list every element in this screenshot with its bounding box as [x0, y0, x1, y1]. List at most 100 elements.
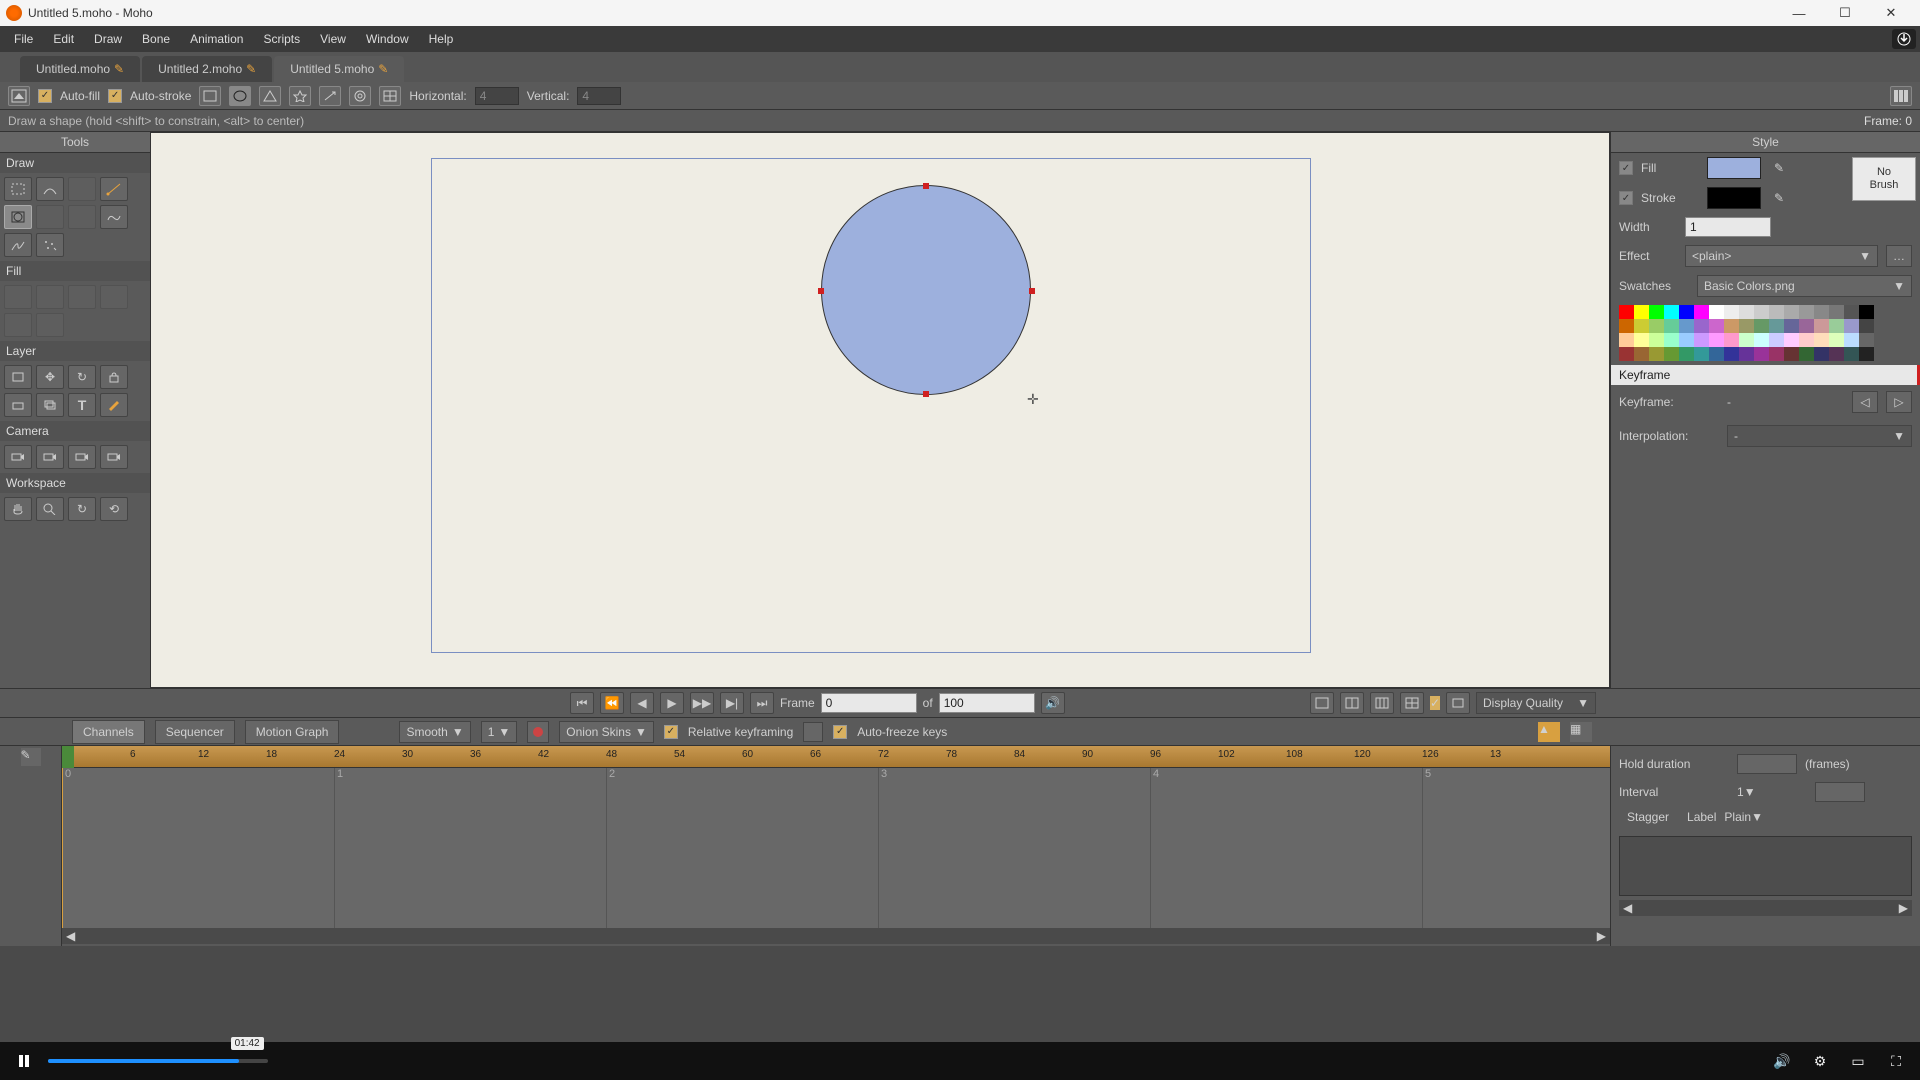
theater-mode-icon[interactable]: ▭ [1844, 1047, 1872, 1075]
maximize-button[interactable]: ☐ [1822, 0, 1868, 26]
swatch-cell[interactable] [1829, 319, 1844, 333]
camera-pan-tool-icon[interactable] [100, 445, 128, 469]
canvas[interactable]: ✛ [150, 132, 1610, 688]
crop-icon[interactable] [1446, 692, 1470, 714]
smooth-num-dropdown[interactable]: 1 ▼ [481, 721, 518, 743]
swatch-cell[interactable] [1709, 333, 1724, 347]
swatch-cell[interactable] [1739, 319, 1754, 333]
tab-sequencer[interactable]: Sequencer [155, 720, 235, 744]
swatch-cell[interactable] [1784, 347, 1799, 361]
swatch-cell[interactable] [1694, 347, 1709, 361]
scroll-right-icon[interactable]: ▶ [1597, 929, 1606, 943]
timeline-edit-icon[interactable]: ✎ [21, 748, 41, 766]
camera-track-tool-icon[interactable] [4, 445, 32, 469]
brush-preview[interactable]: No Brush [1852, 157, 1916, 201]
edit-fill-icon[interactable]: ✎ [1769, 158, 1789, 178]
download-indicator-icon[interactable] [1892, 29, 1916, 49]
camera-roll-tool-icon[interactable] [68, 445, 96, 469]
swatch-cell[interactable] [1664, 347, 1679, 361]
swatch-cell[interactable] [1799, 347, 1814, 361]
tab-untitled-2[interactable]: Untitled 2.moho✎ [142, 56, 272, 82]
swatch-cell[interactable] [1814, 333, 1829, 347]
swatch-cell[interactable] [1619, 305, 1634, 319]
drawn-oval-shape[interactable] [821, 185, 1031, 395]
swatch-cell[interactable] [1829, 333, 1844, 347]
interpolation-dropdown[interactable]: -▼ [1727, 425, 1912, 447]
autofill-checkbox[interactable]: ✓ [38, 89, 52, 103]
swatch-cell[interactable] [1769, 305, 1784, 319]
menu-scripts[interactable]: Scripts [253, 28, 310, 50]
horizontal-input[interactable] [475, 87, 519, 105]
swatch-cell[interactable] [1739, 305, 1754, 319]
skip-start-icon[interactable]: ⏮ [570, 692, 594, 714]
stroke-checkbox[interactable]: ✓ [1619, 191, 1633, 205]
video-progress[interactable]: 01:42 [48, 1059, 268, 1063]
swatch-cell[interactable] [1724, 347, 1739, 361]
shape-grid-icon[interactable] [379, 86, 401, 106]
keyframe-scrollbar[interactable]: ◀ ▶ [1619, 900, 1912, 916]
edit-layer-tool-icon[interactable] [100, 393, 128, 417]
shape-triangle-icon[interactable] [259, 86, 281, 106]
step-forward-icon[interactable]: ▶| [720, 692, 744, 714]
swatch-cell[interactable] [1694, 333, 1709, 347]
minimize-button[interactable]: — [1776, 0, 1822, 26]
swatch-cell[interactable] [1859, 319, 1874, 333]
select-tool-icon[interactable] [4, 177, 32, 201]
swatch-cell[interactable] [1754, 333, 1769, 347]
swatch-cell[interactable] [1784, 319, 1799, 333]
swatch-cell[interactable] [1814, 347, 1829, 361]
swatch-cell[interactable] [1619, 319, 1634, 333]
smooth-dropdown[interactable]: Smooth ▼ [399, 721, 470, 743]
swatch-cell[interactable] [1859, 333, 1874, 347]
swatch-cell[interactable] [1829, 347, 1844, 361]
menu-draw[interactable]: Draw [84, 28, 132, 50]
view-mode-4-icon[interactable] [1400, 692, 1424, 714]
menu-window[interactable]: Window [356, 28, 419, 50]
timeline-ruler[interactable]: 0612182430364248546066727884909610210812… [62, 746, 1610, 768]
stroke-color-swatch[interactable] [1707, 187, 1761, 209]
swatch-cell[interactable] [1724, 333, 1739, 347]
swatch-cell[interactable] [1754, 319, 1769, 333]
swatch-cell[interactable] [1634, 347, 1649, 361]
shape-rectangle-icon[interactable] [199, 86, 221, 106]
freehand-tool-icon[interactable] [36, 177, 64, 201]
skip-end-icon[interactable]: ⏭ [750, 692, 774, 714]
scroll-right-icon[interactable]: ▶ [1899, 901, 1908, 915]
prev-frame-icon[interactable]: ◀ [630, 692, 654, 714]
swatch-cell[interactable] [1769, 333, 1784, 347]
autofreeze-checkbox[interactable]: ✓ [833, 725, 847, 739]
next-keyframe-icon[interactable]: ▷ [1886, 391, 1912, 413]
timeline-tracks[interactable]: 012345 [62, 768, 1610, 928]
draw-shape-tool-icon[interactable] [8, 86, 30, 106]
anchor-point-icon[interactable] [1029, 288, 1035, 294]
interval-value-input[interactable] [1815, 782, 1865, 802]
swatch-cell[interactable] [1634, 319, 1649, 333]
scroll-left-icon[interactable]: ◀ [1623, 901, 1632, 915]
swatch-cell[interactable] [1724, 305, 1739, 319]
total-frames-input[interactable] [939, 693, 1035, 713]
timeline-warning-icon[interactable]: ▲ [1538, 722, 1560, 742]
step-back-icon[interactable]: ⏪ [600, 692, 624, 714]
swatch-cell[interactable] [1679, 305, 1694, 319]
swatch-cell[interactable] [1694, 319, 1709, 333]
swatch-cell[interactable] [1709, 305, 1724, 319]
stroke-width-input[interactable] [1685, 217, 1771, 237]
transform-layer-tool-icon[interactable] [4, 365, 32, 389]
anchor-point-icon[interactable] [923, 391, 929, 397]
timeline-body[interactable]: 0612182430364248546066727884909610210812… [62, 746, 1610, 946]
menu-view[interactable]: View [310, 28, 356, 50]
swatch-cell[interactable] [1649, 333, 1664, 347]
layer-tool-icon[interactable] [4, 393, 32, 417]
camera-zoom-tool-icon[interactable] [36, 445, 64, 469]
swatch-cell[interactable] [1619, 333, 1634, 347]
swatch-cell[interactable] [1649, 305, 1664, 319]
autostroke-checkbox[interactable]: ✓ [108, 89, 122, 103]
view-mode-1-icon[interactable] [1310, 692, 1334, 714]
playhead-icon[interactable] [62, 746, 74, 768]
swatch-cell[interactable] [1679, 319, 1694, 333]
rotate-layer-tool-icon[interactable]: ↻ [68, 365, 96, 389]
swatch-cell[interactable] [1649, 347, 1664, 361]
curve-tool-icon[interactable] [4, 233, 32, 257]
effect-options-button[interactable]: … [1886, 245, 1912, 267]
swatch-cell[interactable] [1664, 319, 1679, 333]
